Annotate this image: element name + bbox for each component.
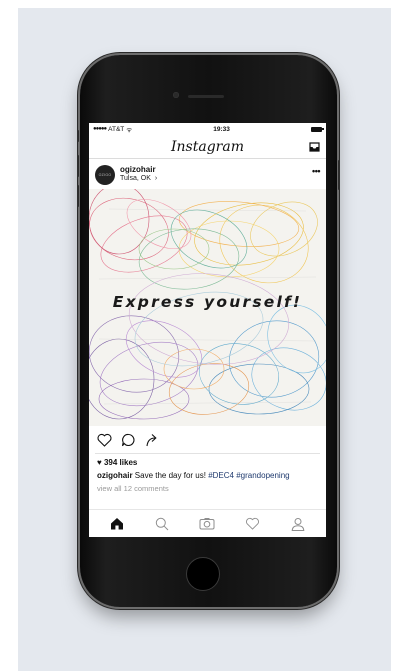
post-header: OZIGO ogizohair Tulsa, OK › ••• <box>89 161 326 189</box>
phone-speaker <box>188 95 224 98</box>
bottom-tab-bar <box>89 509 326 537</box>
activity-heart-icon[interactable] <box>245 517 260 530</box>
hashtag-link[interactable]: #DEC4 <box>208 471 234 480</box>
post-caption: ozigohair Save the day for us! #DEC4 #gr… <box>97 471 290 480</box>
phone-volume-up <box>77 155 79 177</box>
phone-mockup: ●●●●● AT&T ᯤ 19:33 Instagram OZIGO ogizo… <box>77 55 340 607</box>
battery-icon <box>310 126 324 132</box>
actions-divider <box>95 453 320 454</box>
phone-home-button[interactable] <box>186 557 220 591</box>
post-username[interactable]: ogizohair <box>120 165 156 174</box>
post-image-text: Express yourself! <box>112 293 303 311</box>
phone-camera <box>173 92 179 98</box>
profile-icon[interactable] <box>291 517 305 531</box>
carrier-label: AT&T <box>108 125 125 133</box>
phone-power-button <box>338 160 340 190</box>
search-icon[interactable] <box>155 517 169 531</box>
caption-text: Save the day for us! <box>134 471 206 480</box>
post-image[interactable]: Express yourself! <box>89 189 326 426</box>
instagram-screen: ●●●●● AT&T ᯤ 19:33 Instagram OZIGO ogizo… <box>89 123 326 537</box>
camera-icon[interactable] <box>199 517 215 530</box>
status-time: 19:33 <box>213 125 230 133</box>
heart-icon[interactable] <box>97 433 112 449</box>
more-options-icon[interactable]: ••• <box>312 166 320 176</box>
avatar[interactable]: OZIGO <box>95 165 115 185</box>
hashtag-link[interactable]: #grandopening <box>236 471 289 480</box>
share-icon[interactable] <box>145 433 160 449</box>
app-logo: Instagram <box>171 139 244 155</box>
comment-icon[interactable] <box>121 433 136 449</box>
likes-count[interactable]: ♥ 394 likes <box>97 458 137 467</box>
caption-username[interactable]: ozigohair <box>97 471 133 480</box>
phone-mute-switch <box>77 130 79 142</box>
post-location[interactable]: Tulsa, OK › <box>120 175 157 182</box>
phone-volume-down <box>77 185 79 207</box>
post-location-label: Tulsa, OK <box>120 175 151 182</box>
post-actions <box>97 433 160 449</box>
inbox-icon[interactable] <box>309 142 320 152</box>
signal-icon: ●●●●● <box>93 126 107 132</box>
wifi-icon: ᯤ <box>126 126 133 134</box>
status-bar: ●●●●● AT&T ᯤ 19:33 <box>89 123 326 135</box>
home-icon[interactable] <box>110 517 124 530</box>
top-nav-bar: Instagram <box>89 135 326 159</box>
filled-heart-icon: ♥ <box>97 458 102 467</box>
likes-label: 394 likes <box>103 458 138 467</box>
view-comments-link[interactable]: view all 12 comments <box>97 484 169 493</box>
chevron-right-icon: › <box>154 175 158 182</box>
